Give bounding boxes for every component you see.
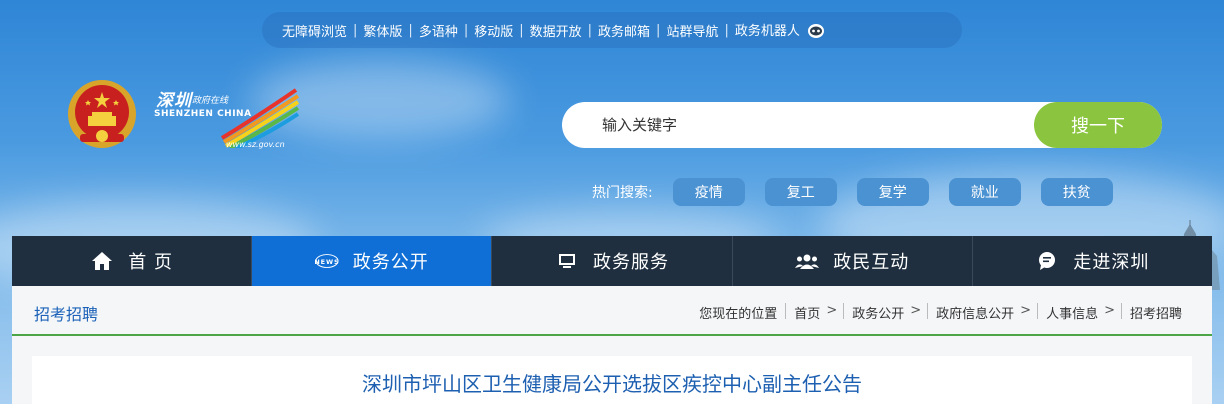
robot-icon [808, 24, 824, 39]
nav-item-label: 走进深圳 [1073, 252, 1150, 273]
robot-label: 政务机器人 [734, 23, 800, 39]
nav-item-about-shenzhen[interactable]: 走进深圳 [973, 236, 1212, 286]
logo-url: www.sz.gov.cn [226, 140, 285, 149]
monitor-icon [555, 251, 579, 271]
hot-tag-resume-work[interactable]: 复工 [764, 178, 837, 206]
national-emblem-icon [68, 80, 136, 148]
people-icon [795, 251, 820, 271]
hot-search: 热门搜索: 疫情 复工 复学 就业 扶贫 [592, 178, 1133, 206]
hot-tag-epidemic[interactable]: 疫情 [672, 178, 745, 206]
breadcrumb-gov-affairs[interactable]: 政务公开 [852, 303, 904, 322]
breadcrumb: 您现在的位置 首页 > 政务公开 > 政府信息公开 > 人事信息 > 招考招聘 [699, 303, 1182, 322]
content-area: 招考招聘 您现在的位置 首页 > 政务公开 > 政府信息公开 > 人事信息 > … [12, 286, 1212, 404]
section-title: 招考招聘 [34, 305, 99, 324]
breadcrumb-personnel[interactable]: 人事信息 [1046, 303, 1098, 322]
main-nav: 首 页 NEWS 政务公开 政务服务 政民互动 走进深圳 [12, 236, 1212, 286]
breadcrumb-recruitment[interactable]: 招考招聘 [1130, 303, 1182, 322]
search-box: 搜一下 [562, 102, 1162, 148]
nav-item-label: 首 页 [128, 252, 173, 273]
link-gov-robot[interactable]: 政务机器人 [729, 20, 832, 41]
link-open-data[interactable]: 数据开放 [524, 21, 588, 40]
chat-icon [1035, 251, 1059, 271]
breadcrumb-home[interactable]: 首页 [794, 303, 820, 322]
logo-ribbons-icon [220, 88, 300, 148]
top-links-bar: 无障碍浏览 | 繁体版 | 多语种 | 移动版 | 数据开放 | 政务邮箱 | 站群导航 | … [262, 12, 962, 48]
link-accessibility[interactable]: 无障碍浏览 [276, 21, 353, 40]
section-header: 招考招聘 您现在的位置 首页 > 政务公开 > 政府信息公开 > 人事信息 > … [12, 286, 1212, 336]
hot-tag-resume-school[interactable]: 复学 [856, 178, 929, 206]
breadcrumb-label: 您现在的位置 [699, 307, 778, 322]
nav-item-gov-services[interactable]: 政务服务 [492, 236, 733, 286]
site-logo[interactable]: 深圳 政府在线 SHENZHEN CHINA www.sz.gov.cn [150, 86, 300, 156]
svg-text:NEWS: NEWS [315, 258, 339, 266]
search-button[interactable]: 搜一下 [1034, 102, 1162, 148]
logo-city-name: 深圳 [156, 91, 192, 111]
search-input[interactable] [602, 102, 1022, 148]
link-gov-mail[interactable]: 政务邮箱 [592, 21, 656, 40]
article-panel: 深圳市坪山区卫生健康局公开选拔区疾控中心副主任公告 [32, 356, 1192, 404]
link-traditional[interactable]: 繁体版 [357, 21, 408, 40]
hot-tag-poverty-relief[interactable]: 扶贫 [1040, 178, 1113, 206]
article-title: 深圳市坪山区卫生健康局公开选拔区疾控中心副主任公告 [362, 372, 862, 396]
nav-item-label: 政务公开 [352, 252, 429, 273]
nav-item-label: 政务服务 [593, 252, 669, 273]
link-mobile[interactable]: 移动版 [468, 21, 519, 40]
link-site-nav[interactable]: 站群导航 [660, 21, 724, 40]
hot-search-label: 热门搜索: [592, 185, 653, 201]
nav-item-label: 政民互动 [833, 252, 910, 273]
home-icon [90, 251, 114, 271]
breadcrumb-info-disclosure[interactable]: 政府信息公开 [936, 303, 1014, 322]
news-icon: NEWS [315, 251, 339, 271]
nav-item-gov-affairs[interactable]: NEWS 政务公开 [252, 236, 493, 286]
nav-item-interaction[interactable]: 政民互动 [733, 236, 973, 286]
nav-item-home[interactable]: 首 页 [12, 236, 253, 286]
hot-tag-employment[interactable]: 就业 [948, 178, 1021, 206]
link-multilingual[interactable]: 多语种 [413, 21, 464, 40]
